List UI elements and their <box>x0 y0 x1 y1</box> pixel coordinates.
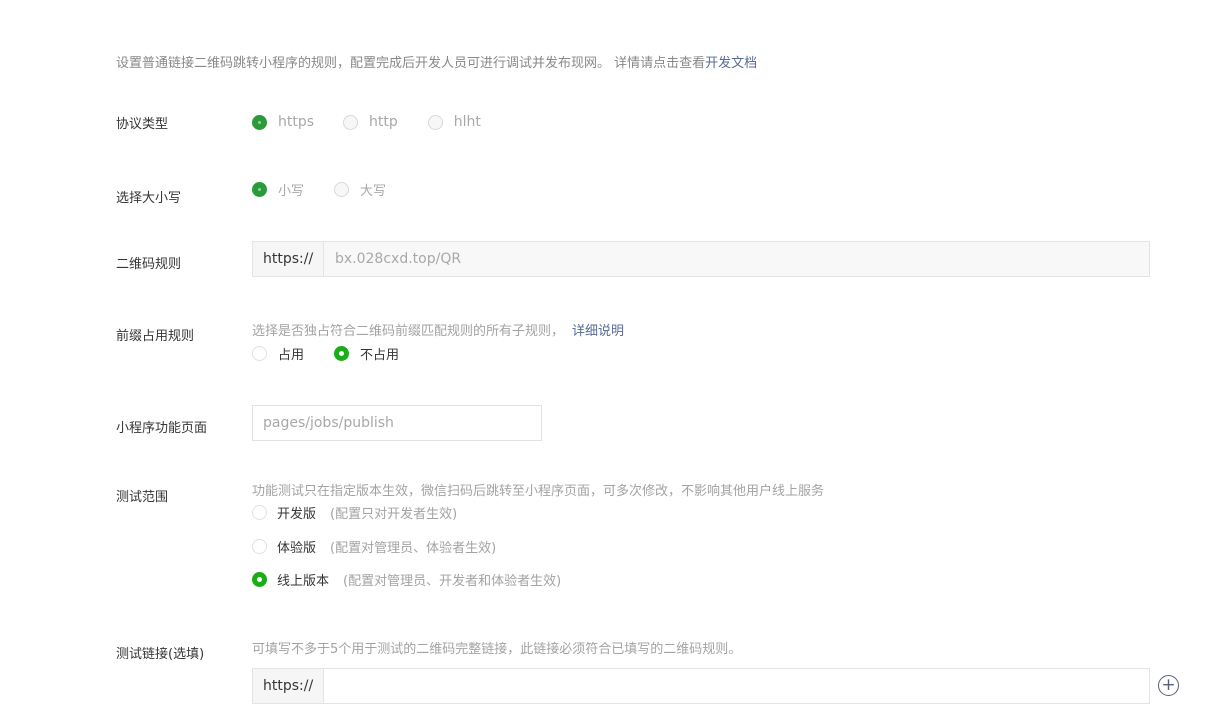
scope-option-trial[interactable]: 体验版 (配置对管理员、体验者生效) <box>252 537 496 556</box>
test-link-hint: 可填写不多于5个用于测试的二维码完整链接，此链接必须符合已填写的二维码规则。 <box>252 642 742 657</box>
radio-checked-icon[interactable] <box>252 572 267 587</box>
protocol-option-https[interactable]: https <box>252 114 314 130</box>
prefix-rule-hint-text: 选择是否独占符合二维码前缀匹配规则的所有子规则， <box>252 324 565 339</box>
radio-checked-icon[interactable] <box>334 346 350 361</box>
qr-rule-label: 二维码规则 <box>116 257 182 272</box>
case-option-upper[interactable]: 大写 <box>334 180 386 199</box>
intro-description: 设置普通链接二维码跳转小程序的规则，配置完成后开发人员可进行调试并发布现网。 详… <box>116 56 706 71</box>
prefix-rule-details-link[interactable]: 详细说明 <box>572 324 624 339</box>
qr-rule-prefix: https:// <box>253 242 324 276</box>
test-link-field: https:// <box>252 668 1150 704</box>
radio-disabled-icon[interactable] <box>343 114 359 130</box>
case-option-label: 大写 <box>360 184 387 199</box>
prefix-option-label: 不占用 <box>360 348 400 363</box>
protocol-option-label: http <box>369 114 398 130</box>
page-label: 小程序功能页面 <box>116 421 208 436</box>
protocol-option-label: https <box>278 114 315 130</box>
case-option-label: 小写 <box>278 184 305 199</box>
prefix-option-not-occupy[interactable]: 不占用 <box>334 344 399 363</box>
test-link-label: 测试链接(选填) <box>116 647 205 662</box>
protocol-radio-group: https http hlht <box>252 114 481 130</box>
prefix-rule-label: 前缀占用规则 <box>116 329 195 344</box>
protocol-option-http[interactable]: http <box>343 114 398 130</box>
radio-unchecked-icon[interactable] <box>252 505 267 520</box>
scope-option-note: (配置对管理员、开发者和体验者生效) <box>343 574 562 589</box>
scope-option-dev[interactable]: 开发版 (配置只对开发者生效) <box>252 503 457 522</box>
add-link-icon[interactable]: + <box>1158 675 1179 696</box>
test-link-prefix: https:// <box>253 669 324 703</box>
page-path-placeholder: pages/jobs/publish <box>263 415 394 431</box>
intro-text: 设置普通链接二维码跳转小程序的规则，配置完成后开发人员可进行调试并发布现网。 详… <box>116 52 757 71</box>
radio-disabled-icon[interactable] <box>334 182 350 197</box>
case-option-lower[interactable]: 小写 <box>252 180 304 199</box>
radio-selected-icon[interactable] <box>252 182 267 197</box>
case-radio-group: 小写 大写 <box>252 180 386 199</box>
radio-unchecked-icon[interactable] <box>252 346 267 361</box>
scope-option-name: 线上版本 <box>277 574 330 589</box>
scope-option-note: (配置只对开发者生效) <box>330 507 458 522</box>
protocol-option-label: hlht <box>453 114 481 130</box>
scope-hint: 功能测试只在指定版本生效，微信扫码后跳转至小程序页面，可多次修改，不影响其他用户… <box>252 484 825 499</box>
scope-label: 测试范围 <box>116 490 169 505</box>
protocol-label: 协议类型 <box>116 117 169 132</box>
test-link-input[interactable] <box>324 669 1149 703</box>
radio-unchecked-icon[interactable] <box>252 539 267 554</box>
scope-option-note: (配置对管理员、体验者生效) <box>330 541 497 556</box>
prefix-rule-radio-group: 占用 不占用 <box>252 344 399 363</box>
case-label: 选择大小写 <box>116 191 182 206</box>
qr-rule-value: bx.028cxd.top/QR <box>324 242 1149 276</box>
scope-option-release[interactable]: 线上版本 (配置对管理员、开发者和体验者生效) <box>252 570 561 589</box>
scope-option-name: 开发版 <box>277 507 317 522</box>
radio-selected-icon[interactable] <box>252 114 267 130</box>
page-path-input[interactable]: pages/jobs/publish <box>252 405 542 441</box>
scope-option-name: 体验版 <box>277 541 317 556</box>
prefix-option-occupy[interactable]: 占用 <box>252 344 304 363</box>
dev-docs-link[interactable]: 开发文档 <box>705 56 757 71</box>
protocol-option-hlht[interactable]: hlht <box>427 114 481 130</box>
qr-rule-field: https:// bx.028cxd.top/QR <box>252 241 1150 277</box>
prefix-rule-hint: 选择是否独占符合二维码前缀匹配规则的所有子规则， 详细说明 <box>252 320 624 339</box>
radio-disabled-icon[interactable] <box>427 114 443 130</box>
prefix-option-label: 占用 <box>278 348 305 363</box>
